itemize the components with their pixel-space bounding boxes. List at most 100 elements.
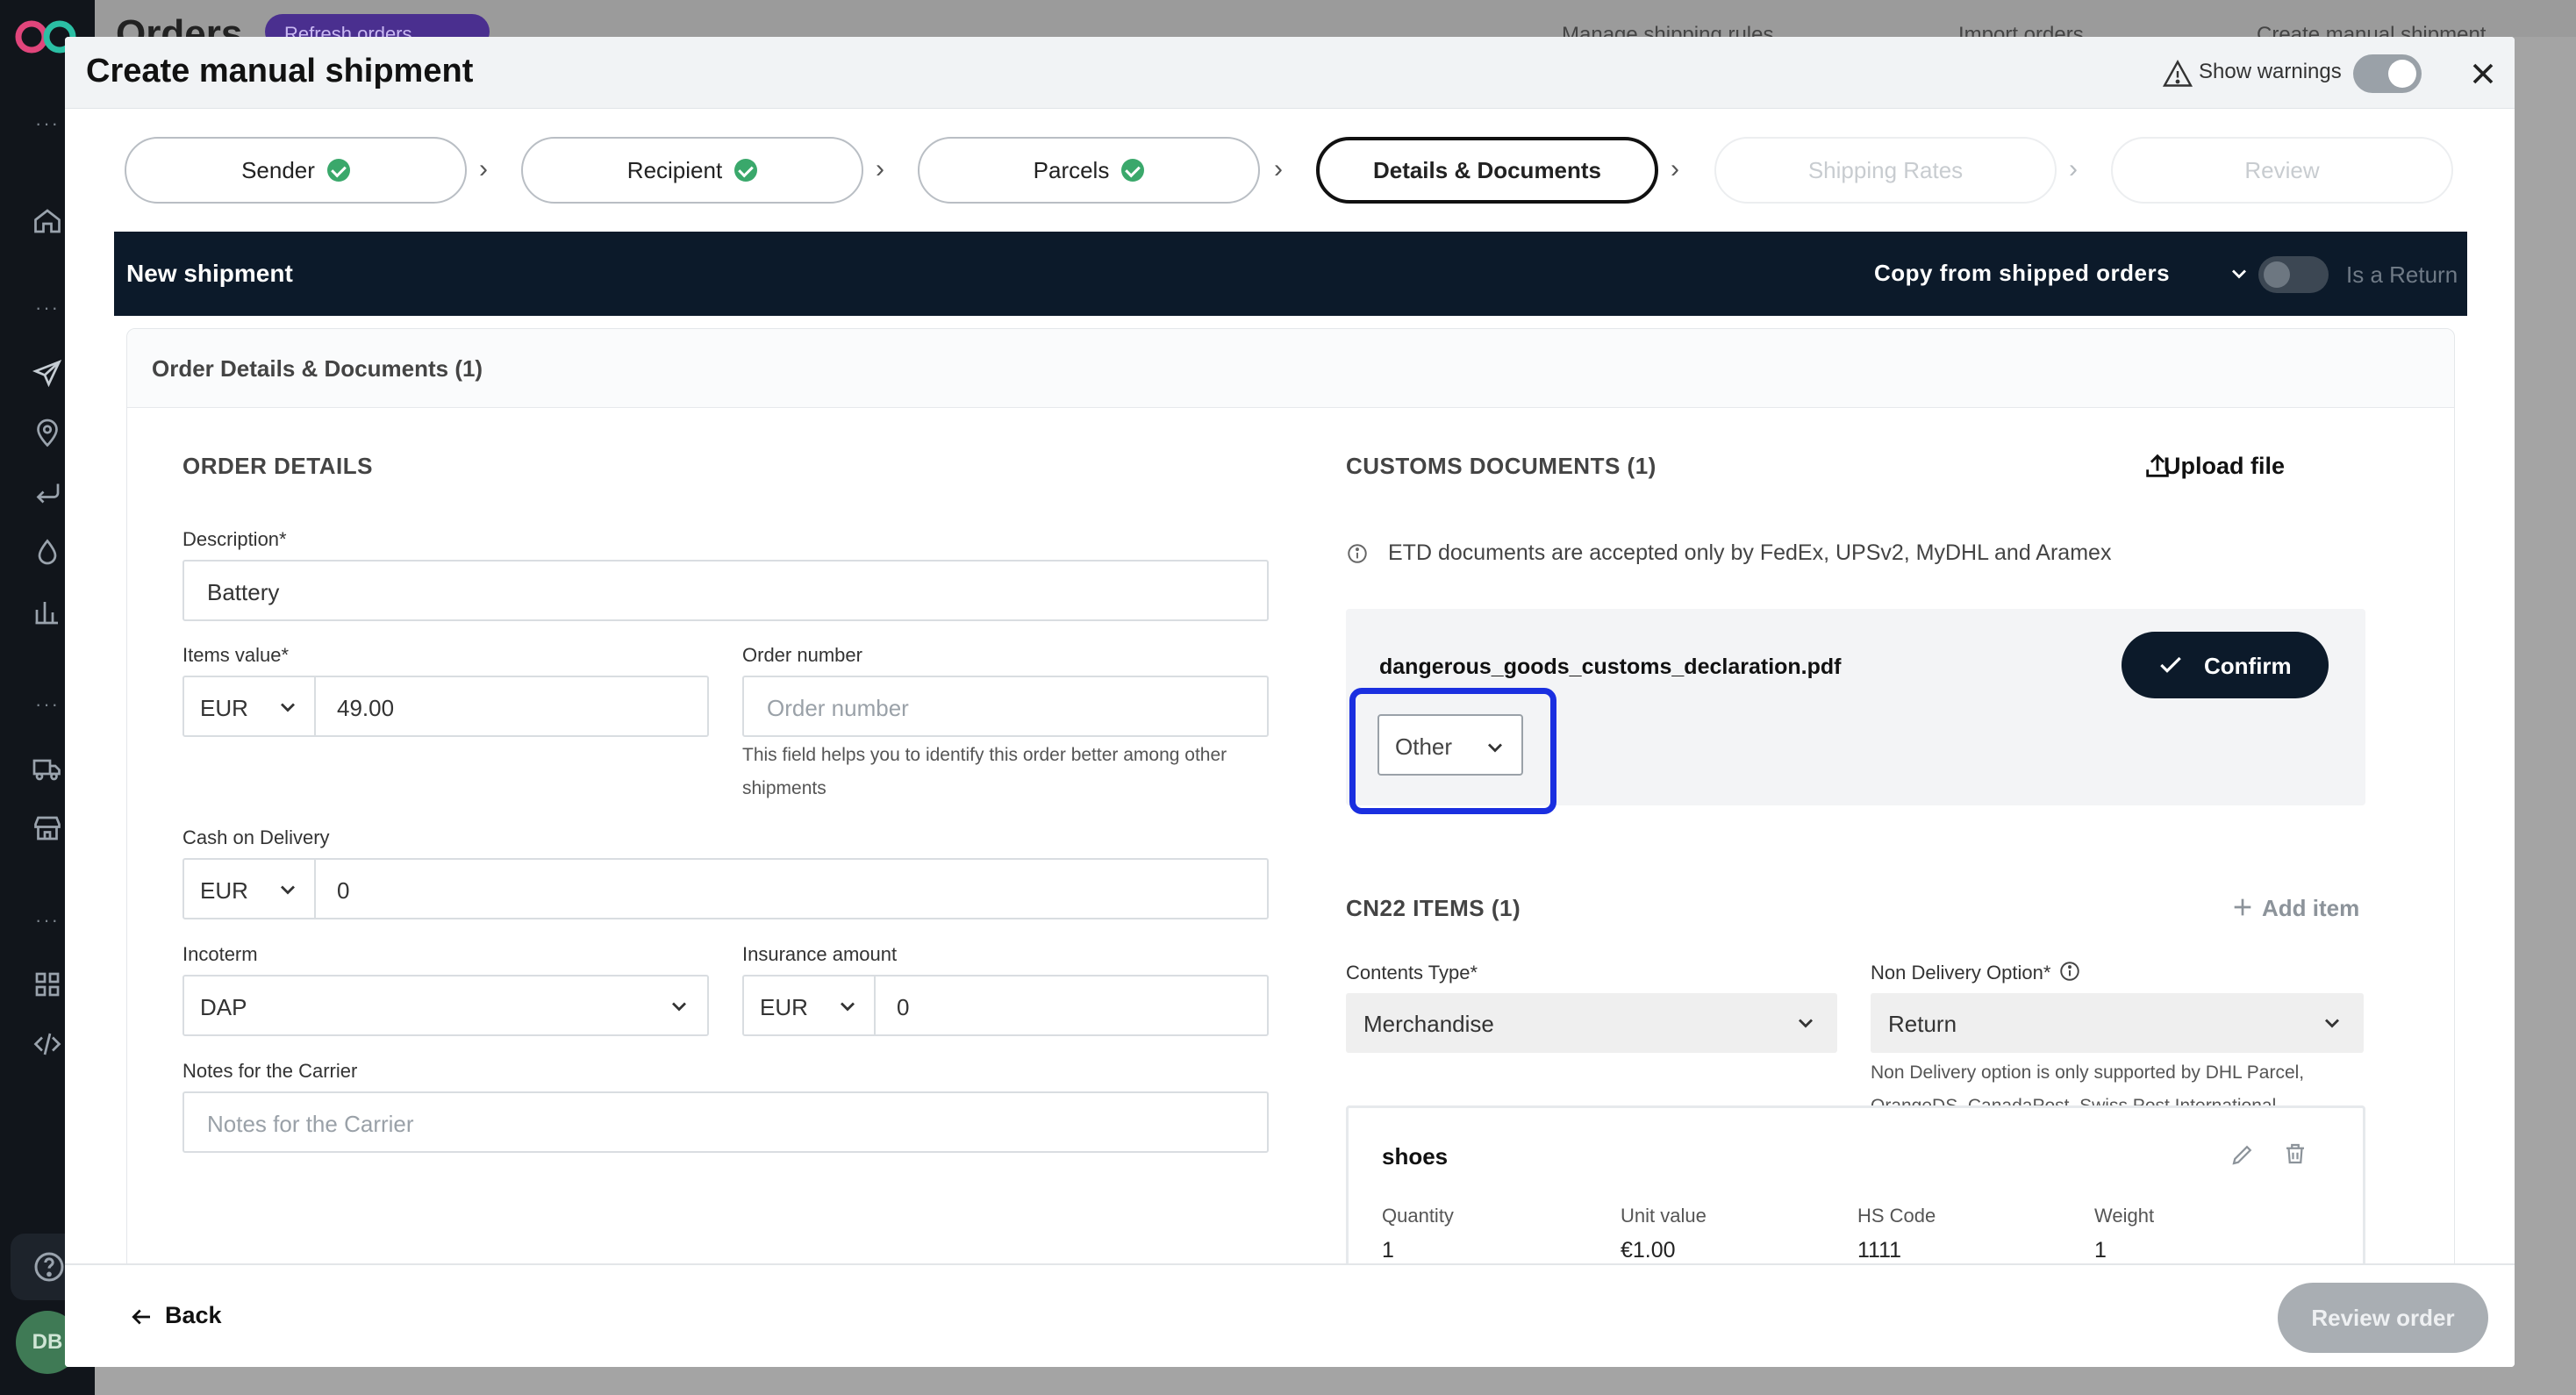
- check-icon: [2160, 656, 2181, 673]
- step-parcels[interactable]: Parcels: [918, 137, 1260, 204]
- home-icon[interactable]: [30, 205, 65, 240]
- contents-type-select[interactable]: Merchandise: [1346, 993, 1837, 1053]
- check-circle-icon: [734, 159, 758, 182]
- document-card: dangerous_goods_customs_declaration.pdf …: [1346, 609, 2365, 814]
- shipment-title: New shipment: [126, 260, 293, 287]
- copy-from-shipped-orders-dropdown[interactable]: Copy from shipped orders: [1874, 260, 2170, 287]
- weight-value: 1: [2094, 1238, 2107, 1263]
- currency-select[interactable]: EUR: [760, 994, 808, 1021]
- step-shipping-rates: Shipping Rates: [1714, 137, 2057, 204]
- contents-type-label: Contents Type*: [1346, 962, 1478, 984]
- info-icon: [1348, 544, 1367, 563]
- drop-icon[interactable]: [30, 537, 65, 572]
- create-shipment-modal: Create manual shipment Show warnings Sen…: [65, 37, 2515, 1367]
- currency-select[interactable]: EUR: [200, 877, 248, 905]
- is-return-label: Is a Return: [2346, 261, 2458, 288]
- upload-file-button[interactable]: Upload file: [2164, 453, 2285, 480]
- quantity-value: 1: [1382, 1238, 1394, 1263]
- show-warnings-label: Show warnings: [2199, 60, 2342, 83]
- chevron-down-icon[interactable]: [1793, 1011, 1818, 1035]
- cod-input[interactable]: EUR 0: [182, 858, 1269, 919]
- return-arrow-icon[interactable]: [30, 477, 65, 512]
- review-order-button[interactable]: Review order: [2278, 1283, 2488, 1353]
- cn22-items-title: CN22 ITEMS (1): [1346, 895, 1521, 921]
- location-pin-icon[interactable]: [30, 418, 65, 453]
- cod-label: Cash on Delivery: [182, 826, 330, 848]
- description-input[interactable]: Battery: [182, 560, 1269, 621]
- chevron-right-icon: ›: [876, 154, 884, 183]
- weight-label: Weight: [2094, 1205, 2155, 1227]
- item-name: shoes: [1382, 1143, 1449, 1170]
- modal-title: Create manual shipment: [86, 53, 474, 89]
- document-filename: dangerous_goods_customs_declaration.pdf: [1379, 655, 1842, 679]
- shipment-bar: New shipment Copy from shipped orders Is…: [114, 232, 2467, 316]
- code-icon[interactable]: [30, 1028, 65, 1063]
- hs-code-value: 1111: [1857, 1238, 1902, 1263]
- sidebar-dots: ···: [35, 909, 60, 931]
- items-value-input[interactable]: EUR 49.00: [182, 676, 709, 737]
- description-label: Description*: [182, 528, 287, 550]
- etd-note: ETD documents are accepted only by FedEx…: [1388, 540, 2112, 565]
- add-item-button[interactable]: Add item: [2262, 895, 2359, 922]
- sidebar-dots: ···: [35, 297, 60, 318]
- chevron-down-icon[interactable]: [275, 877, 300, 902]
- store-icon[interactable]: [30, 812, 65, 848]
- chevron-down-icon[interactable]: [2227, 261, 2251, 286]
- step-recipient[interactable]: Recipient: [521, 137, 863, 204]
- plus-icon[interactable]: [2229, 893, 2257, 921]
- step-review: Review: [2111, 137, 2453, 204]
- is-return-toggle[interactable]: [2258, 256, 2329, 293]
- customs-documents-title: CUSTOMS DOCUMENTS (1): [1346, 453, 1657, 479]
- trash-icon[interactable]: [2282, 1140, 2308, 1168]
- notes-input[interactable]: Notes for the Carrier: [182, 1091, 1269, 1153]
- unit-value: €1.00: [1621, 1238, 1676, 1263]
- order-number-input[interactable]: Order number: [742, 676, 1269, 737]
- modal-header: Create manual shipment Show warnings: [65, 37, 2515, 109]
- notes-label: Notes for the Carrier: [182, 1060, 358, 1082]
- items-value-label: Items value*: [182, 644, 290, 666]
- close-icon[interactable]: [2465, 56, 2501, 91]
- currency-select[interactable]: EUR: [200, 695, 248, 722]
- apps-grid-icon[interactable]: [30, 969, 65, 1004]
- send-icon[interactable]: [30, 358, 65, 393]
- document-type-select[interactable]: Other: [1377, 714, 1523, 776]
- insurance-label: Insurance amount: [742, 943, 898, 965]
- unit-value-label: Unit value: [1621, 1205, 1707, 1227]
- warning-triangle-icon: [2162, 60, 2193, 87]
- confirm-button[interactable]: Confirm: [2122, 632, 2329, 698]
- hs-code-label: HS Code: [1857, 1205, 1936, 1227]
- arrow-left-icon: [132, 1309, 150, 1325]
- step-sender[interactable]: Sender: [125, 137, 467, 204]
- non-delivery-label: Non Delivery Option*: [1871, 962, 2051, 984]
- chevron-right-icon: ›: [1671, 154, 1679, 183]
- order-number-hint: This field helps you to identify this or…: [742, 745, 1227, 798]
- order-number-label: Order number: [742, 644, 862, 666]
- check-circle-icon: [1121, 159, 1145, 182]
- chevron-down-icon[interactable]: [2320, 1011, 2344, 1035]
- incoterm-select[interactable]: DAP: [182, 975, 709, 1036]
- pencil-icon[interactable]: [2229, 1141, 2256, 1168]
- info-icon[interactable]: [2058, 960, 2081, 983]
- sidebar-dots: ···: [35, 693, 60, 715]
- step-details-documents[interactable]: Details & Documents: [1316, 137, 1658, 204]
- non-delivery-select[interactable]: Return: [1871, 993, 2364, 1053]
- insurance-input[interactable]: EUR 0: [742, 975, 1269, 1036]
- chevron-down-icon[interactable]: [835, 994, 860, 1019]
- chevron-right-icon: ›: [1274, 154, 1283, 183]
- truck-icon[interactable]: [30, 753, 65, 788]
- show-warnings-toggle[interactable]: [2353, 54, 2422, 93]
- chevron-down-icon[interactable]: [667, 994, 691, 1019]
- analytics-icon[interactable]: [30, 597, 65, 632]
- chevron-down-icon[interactable]: [1483, 735, 1507, 760]
- chevron-right-icon: ›: [2069, 154, 2078, 183]
- panel-header: Order Details & Documents (1): [127, 329, 2454, 408]
- chevron-down-icon[interactable]: [275, 695, 300, 719]
- panel-title: Order Details & Documents (1): [152, 355, 483, 382]
- modal-footer: Back Review order: [65, 1263, 2515, 1367]
- quantity-label: Quantity: [1382, 1205, 1454, 1227]
- chevron-right-icon: ›: [479, 154, 488, 183]
- order-details-title: ORDER DETAILS: [182, 453, 373, 479]
- cn22-item-card: shoes Quantity 1 Unit value €1.00 HS Cod…: [1346, 1105, 2365, 1281]
- incoterm-label: Incoterm: [182, 943, 258, 965]
- check-circle-icon: [326, 159, 350, 182]
